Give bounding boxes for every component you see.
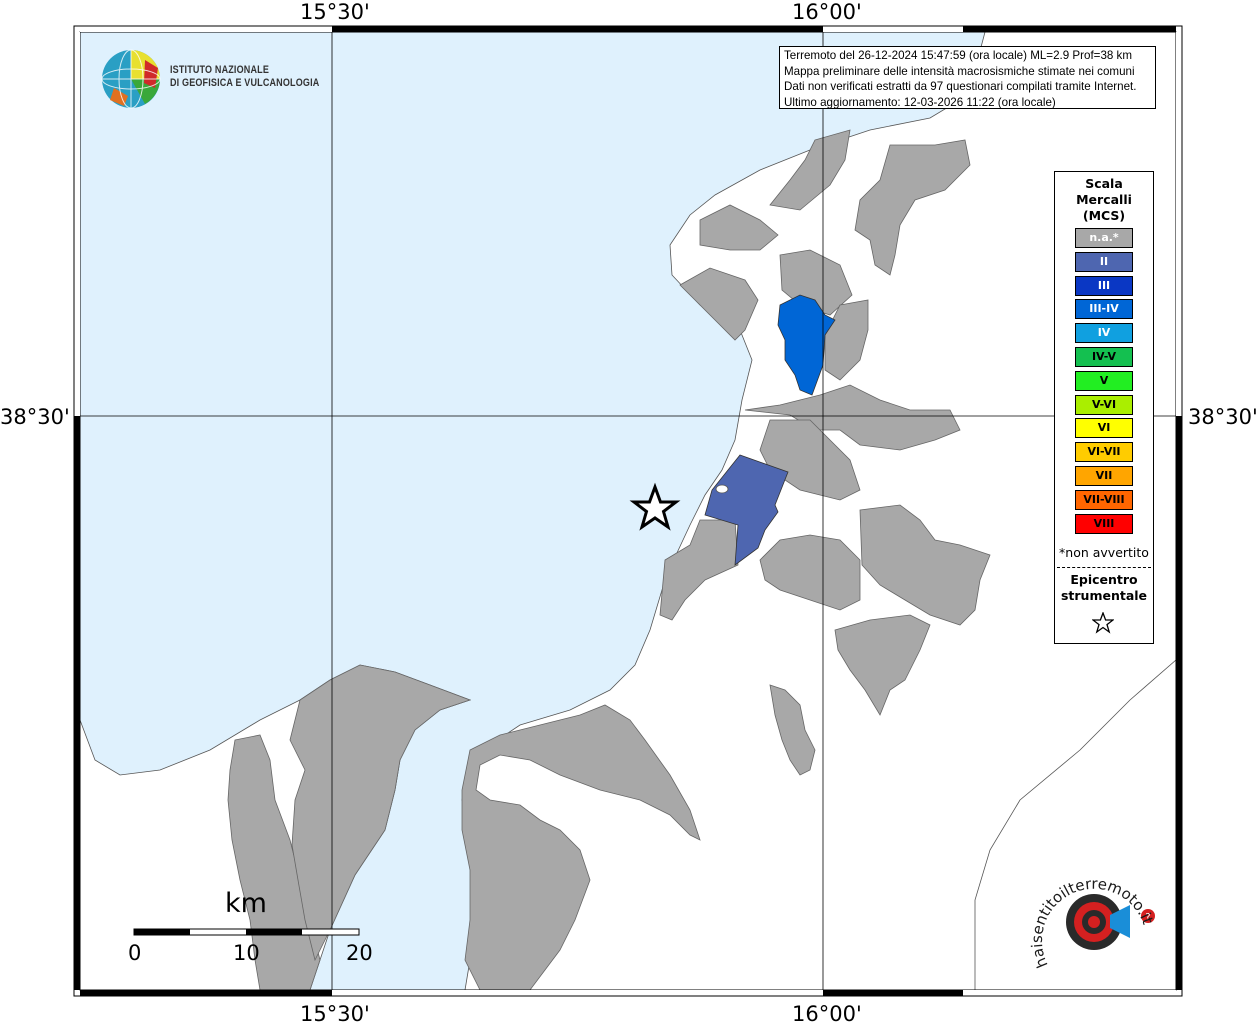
legend-separator bbox=[1057, 567, 1151, 568]
tick-lon-bottom-2: 16°00' bbox=[792, 1002, 862, 1026]
legend-epicenter-line2: strumentale bbox=[1060, 588, 1148, 603]
ingv-logo-text: ISTITUTO NAZIONALE DI GEOFISICA E VULCAN… bbox=[170, 64, 319, 90]
scale-label-20: 20 bbox=[346, 941, 373, 965]
legend-star-icon bbox=[1092, 612, 1114, 634]
mcs-legend: Scala Mercalli (MCS) n.a.* II III III-IV IV I… bbox=[1054, 171, 1154, 644]
legend-epicenter-line1: Epicentro bbox=[1070, 572, 1138, 587]
ingv-logo-line1: ISTITUTO NAZIONALE bbox=[170, 64, 270, 76]
legend-not-felt-note: *non avvertito bbox=[1059, 545, 1149, 560]
ingv-logo-line2: DI GEOFISICA E VULCANOLOGIA bbox=[170, 77, 320, 89]
tick-lat-left: 38°30' bbox=[0, 405, 70, 429]
legend-item: II bbox=[1075, 251, 1133, 272]
legend-title-line2: Mercalli bbox=[1076, 192, 1132, 207]
legend-items: n.a.* II III III-IV IV IV-V V V-VI VI VI-VII VII VI… bbox=[1075, 228, 1133, 537]
legend-item: n.a.* bbox=[1075, 228, 1133, 248]
haisentito-logo: ? haisentitoilterremoto.it bbox=[1030, 875, 1157, 971]
legend-item: III-IV bbox=[1075, 299, 1133, 320]
scale-bar: km 0 10 20 bbox=[128, 888, 373, 968]
legend-title-line1: Scala bbox=[1085, 176, 1123, 191]
event-info-line3: Dati non verificati estratti da 97 quest… bbox=[784, 80, 1137, 93]
event-info-line1: Terremoto del 26-12-2024 15:47:59 (ora l… bbox=[784, 49, 1133, 62]
legend-item: V bbox=[1075, 370, 1133, 391]
legend-item: VIII bbox=[1075, 513, 1133, 534]
scale-bar-graphic bbox=[133, 928, 360, 936]
legend-item: VII bbox=[1075, 465, 1133, 486]
legend-item: VI-VII bbox=[1075, 442, 1133, 463]
legend-item: VII-VIII bbox=[1075, 489, 1133, 510]
tick-lon-top-1: 15°30' bbox=[300, 0, 370, 24]
tick-lon-top-2: 16°00' bbox=[792, 0, 862, 24]
small-lake bbox=[715, 484, 729, 494]
scale-unit: km bbox=[225, 888, 267, 919]
scale-label-10: 10 bbox=[233, 941, 260, 965]
scale-label-0: 0 bbox=[128, 941, 142, 965]
event-info-box: Terremoto del 26-12-2024 15:47:59 (ora l… bbox=[779, 46, 1156, 109]
event-info-line4: Ultimo aggiornamento: 12-03-2026 11:22 (… bbox=[784, 95, 1056, 109]
tick-lon-bottom-1: 15°30' bbox=[300, 1002, 370, 1026]
event-info-line2: Mappa preliminare delle intensità macros… bbox=[784, 64, 1135, 78]
legend-item: V-VI bbox=[1075, 394, 1133, 415]
legend-item: III bbox=[1075, 275, 1133, 296]
tick-lat-right: 38°30' bbox=[1188, 405, 1256, 429]
legend-title-line3: (MCS) bbox=[1082, 208, 1126, 223]
legend-item: IV-V bbox=[1075, 346, 1133, 367]
ingv-globe-logo bbox=[101, 49, 161, 109]
legend-item: VI bbox=[1075, 418, 1133, 439]
legend-title: Scala Mercalli (MCS) bbox=[1055, 176, 1153, 224]
legend-epicenter-label: Epicentro strumentale bbox=[1055, 572, 1153, 604]
legend-item: IV bbox=[1075, 323, 1133, 344]
